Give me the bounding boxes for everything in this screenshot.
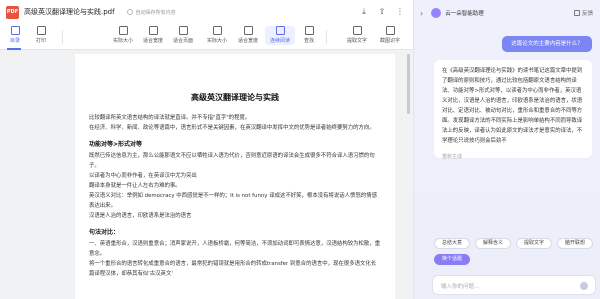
- tool-fit-width[interactable]: 适合宽度: [138, 26, 168, 44]
- tool-label: 截图识字: [379, 38, 400, 44]
- question-input[interactable]: 输入你的问题...: [432, 275, 596, 295]
- assistant-panel: › 云一朵智能助理 反馈 这篇论文的主要内容是什么？ 在《高级英汉翻译理论与实践…: [413, 0, 600, 299]
- section-heading: 功能对等>形式对等: [89, 141, 143, 148]
- feedback-button[interactable]: 反馈: [573, 9, 593, 17]
- assistant-header: › 云一朵智能助理 反馈: [414, 0, 600, 26]
- tool-screenshot-ocr[interactable]: 截图识字: [375, 26, 405, 44]
- section-heading: 句法对比：: [89, 229, 120, 236]
- title-bar: PDF 高级英汉翻译理论与实践.pdf 自动保存所有内容 ⤓ ⇧ ⋮: [0, 0, 413, 24]
- assistant-name: 云一朵智能助理: [445, 11, 484, 17]
- tool-fit-width-2[interactable]: 适合宽度: [233, 26, 263, 44]
- chip-summarize[interactable]: 总结大意: [434, 238, 471, 249]
- document-page[interactable]: 高级英汉翻译理论与实践 比较翻译所英文语言结构的译法就是直译。并不专指"直字"的…: [75, 54, 395, 299]
- paragraph: 比较翻译所英文语言结构的译法就是直译。并不专指"直字"的程度。: [89, 115, 251, 121]
- tool-label: 目录: [9, 38, 20, 44]
- feedback-label: 反馈: [581, 11, 593, 17]
- screenshot-icon: [385, 26, 395, 35]
- input-placeholder: 输入你的问题...: [441, 284, 480, 290]
- chip-explain[interactable]: 解释含义: [475, 238, 512, 249]
- active-tab-indicator: [7, 48, 21, 50]
- tool-label: 查找: [303, 38, 314, 44]
- tool-actual-size-2[interactable]: 实际大小: [202, 26, 232, 44]
- pdf-viewer: PDF 高级英汉翻译理论与实践.pdf 自动保存所有内容 ⤓ ⇧ ⋮ 目录 打印…: [0, 0, 413, 299]
- document-title: 高级英汉翻译理论与实践: [191, 93, 279, 102]
- continuous-reading-icon: [275, 26, 285, 35]
- actual-size-icon: [118, 26, 128, 35]
- actual-size-icon: [212, 26, 222, 35]
- tool-label: 实际大小: [206, 38, 227, 44]
- user-message: 这篇论文的主要内容是什么？: [502, 36, 592, 52]
- chip-change-topic[interactable]: 换个话题: [434, 254, 471, 265]
- toolbar-divider: [326, 30, 327, 44]
- tool-label: 连续阅读: [269, 38, 290, 44]
- paragraph: 以译者为中心而非作者，在英译汉中尤为突出: [89, 173, 197, 179]
- toolbar: 目录 打印 实际大小 适合宽度 适合页面 实际大小 适合宽度 连续阅读 查找 提…: [0, 24, 413, 50]
- paragraph: 一、英语重形合，汉语则重意合；消声家说开，人语板桥霜，何等简洁，不须加动词即可表…: [89, 241, 381, 257]
- search-icon: [304, 26, 314, 35]
- file-title: 高级英汉翻译理论与实践.pdf: [24, 8, 115, 16]
- fit-page-icon: [178, 26, 188, 35]
- cloud-sync-icon: [126, 9, 133, 15]
- tool-print[interactable]: 打印: [26, 26, 56, 44]
- download-icon[interactable]: ⤓: [359, 7, 369, 17]
- assistant-avatar: [431, 8, 442, 18]
- autosave-status[interactable]: 自动保存所有内容: [126, 9, 176, 16]
- toc-icon: [10, 26, 20, 35]
- feedback-icon: [573, 10, 580, 16]
- tool-label: 适合宽度: [237, 38, 258, 44]
- scrollbar[interactable]: [407, 54, 410, 114]
- collapse-chevron-icon[interactable]: ›: [420, 9, 423, 18]
- print-icon: [36, 26, 46, 35]
- tool-find[interactable]: 查找: [294, 26, 324, 44]
- send-icon[interactable]: [580, 282, 588, 290]
- tool-continuous-reading[interactable]: 连续阅读: [265, 26, 295, 45]
- regenerate-link[interactable]: 重新生成: [442, 153, 462, 160]
- tool-label: 适合页面: [172, 38, 193, 44]
- tool-actual-size[interactable]: 实际大小: [108, 26, 138, 44]
- tool-fit-page[interactable]: 适合页面: [168, 26, 198, 44]
- paragraph: 将一个重形合的语言转化成重意合的语言，最常犯的错误就是用形合的转成transfe…: [89, 261, 377, 277]
- fit-width-icon: [243, 26, 253, 35]
- share-icon[interactable]: ⇧: [377, 7, 387, 17]
- tool-extract-text[interactable]: 提取文字: [342, 26, 372, 44]
- pdf-file-icon: PDF: [6, 5, 19, 19]
- extract-text-icon: [352, 26, 362, 35]
- more-icon[interactable]: ⋮: [395, 7, 405, 17]
- paragraph: 在经济、科学、新闻、政论等语篇中，语言形式不是关键因素，在英汉翻译中发挥中文的优…: [89, 125, 375, 131]
- autosave-label: 自动保存所有内容: [135, 9, 176, 16]
- chip-extract-text[interactable]: 提取文字: [516, 238, 553, 249]
- tool-label: 提取文字: [346, 38, 367, 44]
- paragraph: 翻译本身就是一件让人左右为难的事。: [89, 183, 181, 189]
- fit-width-icon: [148, 26, 158, 35]
- tool-label: 打印: [35, 38, 46, 44]
- paragraph: 既然已传达信息为主，那么公能那语文不应以牺牲译入语为代价，否则意近原语的译法会生…: [89, 153, 375, 169]
- tool-label: 实际大小: [112, 38, 133, 44]
- title-actions: ⤓ ⇧ ⋮: [359, 7, 405, 17]
- quick-actions: 总结大意 解释含义 提取文字 脑开联想 换个话题: [434, 238, 596, 265]
- paragraph: 汉语是人治的语言，印欧语系是法治的语言: [89, 213, 192, 219]
- chip-brainstorm[interactable]: 脑开联想: [557, 238, 594, 249]
- toolbar-divider: [62, 30, 63, 44]
- tool-label: 适合宽度: [142, 38, 163, 44]
- paragraph: 英汉语义对比：举例如 democracy 中西感觉是不一样的；It is not…: [89, 193, 378, 209]
- assistant-message: 在《高级英汉翻译理论与实践》的读书笔记这篇文章中提到了翻译的原则和技巧，通过比较…: [434, 60, 592, 158]
